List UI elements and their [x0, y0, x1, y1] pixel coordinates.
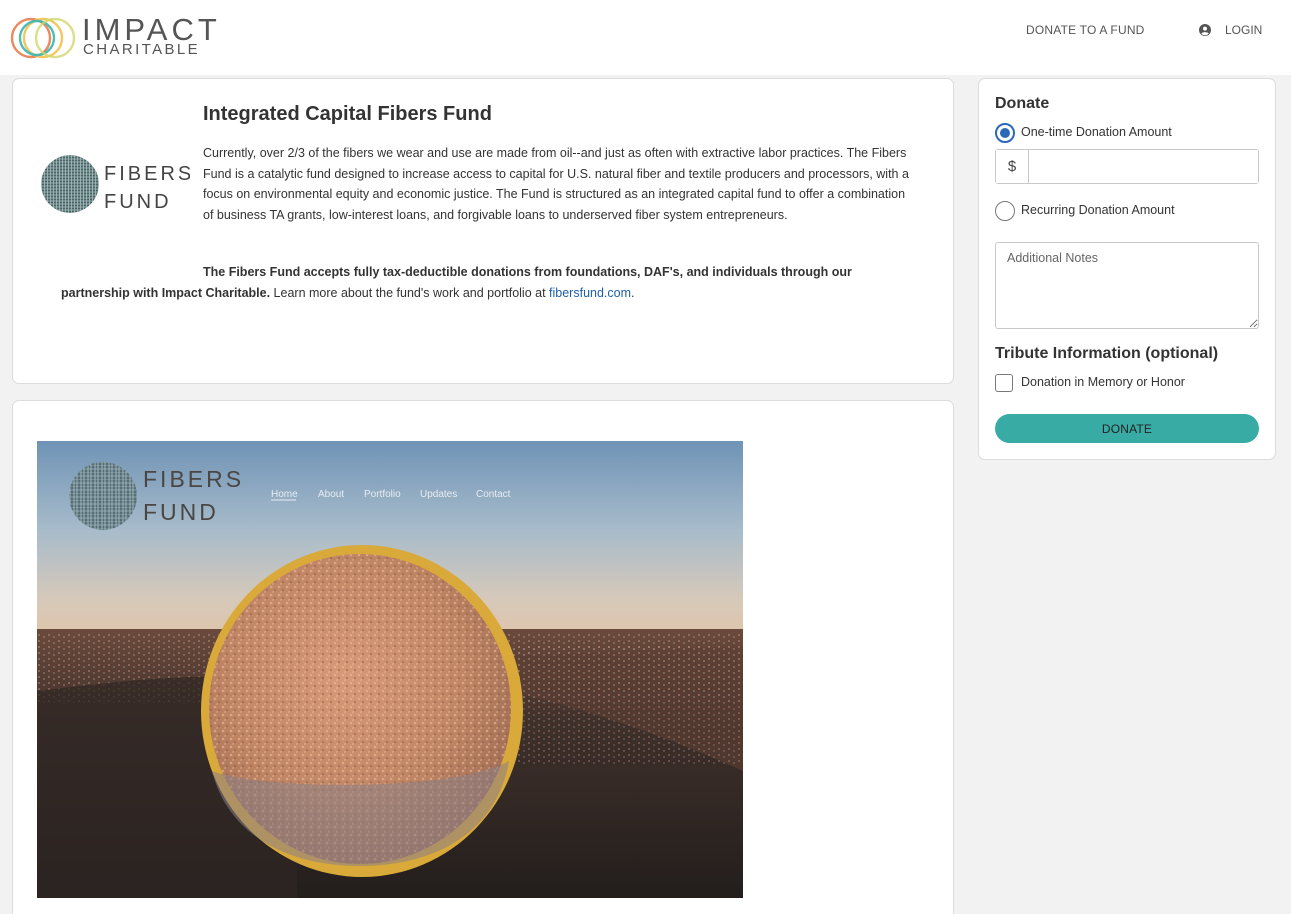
- site-nav-about: About: [318, 489, 345, 500]
- fund-logo-line2: FUND: [104, 191, 172, 213]
- one-time-label: One-time Donation Amount: [1021, 125, 1172, 139]
- one-time-donation-option[interactable]: One-time Donation Amount: [995, 123, 1172, 143]
- impact-charitable-logo[interactable]: IMPACT CHARITABLE: [10, 14, 217, 60]
- top-navigation-bar: IMPACT CHARITABLE DONATE TO A FUND LOGIN: [0, 0, 1291, 75]
- tribute-option[interactable]: Donation in Memory or Honor: [995, 374, 1185, 392]
- fund-logo-line1: FIBERS: [104, 163, 190, 185]
- additional-notes-field[interactable]: [995, 242, 1259, 329]
- fibersfund-link[interactable]: fibersfund.com: [549, 286, 631, 300]
- site-logo-line2: FUND: [143, 499, 219, 525]
- site-nav-home: Home: [271, 489, 298, 500]
- fund-website-card: FIBERS FUND Home About Portfolio Updates…: [12, 400, 954, 914]
- fund-note-text: Learn more about the fund's work and por…: [270, 285, 550, 300]
- nav-donate-to-a-fund[interactable]: DONATE TO A FUND: [1026, 23, 1145, 37]
- donate-form-card: Donate One-time Donation Amount $ Recurr…: [978, 78, 1276, 460]
- fund-description: Currently, over 2/3 of the fibers we wea…: [203, 146, 909, 222]
- login-label: LOGIN: [1225, 23, 1263, 37]
- recurring-radio[interactable]: [995, 201, 1015, 221]
- tribute-checkbox-label: Donation in Memory or Honor: [1021, 375, 1185, 389]
- site-nav-updates: Updates: [420, 489, 458, 500]
- rings-logo-icon: [10, 17, 76, 59]
- tribute-heading: Tribute Information (optional): [995, 345, 1219, 362]
- tribute-checkbox[interactable]: [995, 374, 1013, 392]
- fund-note-end: .: [631, 285, 635, 300]
- fund-title: Integrated Capital Fibers Fund: [203, 103, 492, 125]
- donation-amount-input[interactable]: [1029, 150, 1258, 183]
- fibers-fund-logo: FIBERS FUND: [40, 153, 191, 217]
- site-nav-portfolio: Portfolio: [364, 489, 401, 500]
- one-time-radio[interactable]: [995, 123, 1015, 143]
- recurring-donation-option[interactable]: Recurring Donation Amount: [995, 201, 1175, 221]
- fund-info-card: FIBERS FUND Integrated Capital Fibers Fu…: [12, 78, 954, 384]
- recurring-label: Recurring Donation Amount: [1021, 203, 1175, 217]
- currency-symbol: $: [996, 150, 1029, 183]
- fibers-fund-website-image: FIBERS FUND Home About Portfolio Updates…: [37, 441, 743, 898]
- nav-login[interactable]: LOGIN: [1199, 23, 1262, 37]
- donate-heading: Donate: [995, 95, 1050, 112]
- donate-button[interactable]: DONATE: [995, 414, 1259, 443]
- site-logo-line1: FIBERS: [143, 466, 244, 492]
- user-circle-icon: [1199, 24, 1211, 36]
- site-nav-contact: Contact: [476, 489, 511, 500]
- brand-subtitle: CHARITABLE: [83, 41, 201, 58]
- fund-donation-note: The Fibers Fund accepts fully tax-deduct…: [61, 262, 921, 303]
- donation-amount-group: $: [995, 149, 1259, 184]
